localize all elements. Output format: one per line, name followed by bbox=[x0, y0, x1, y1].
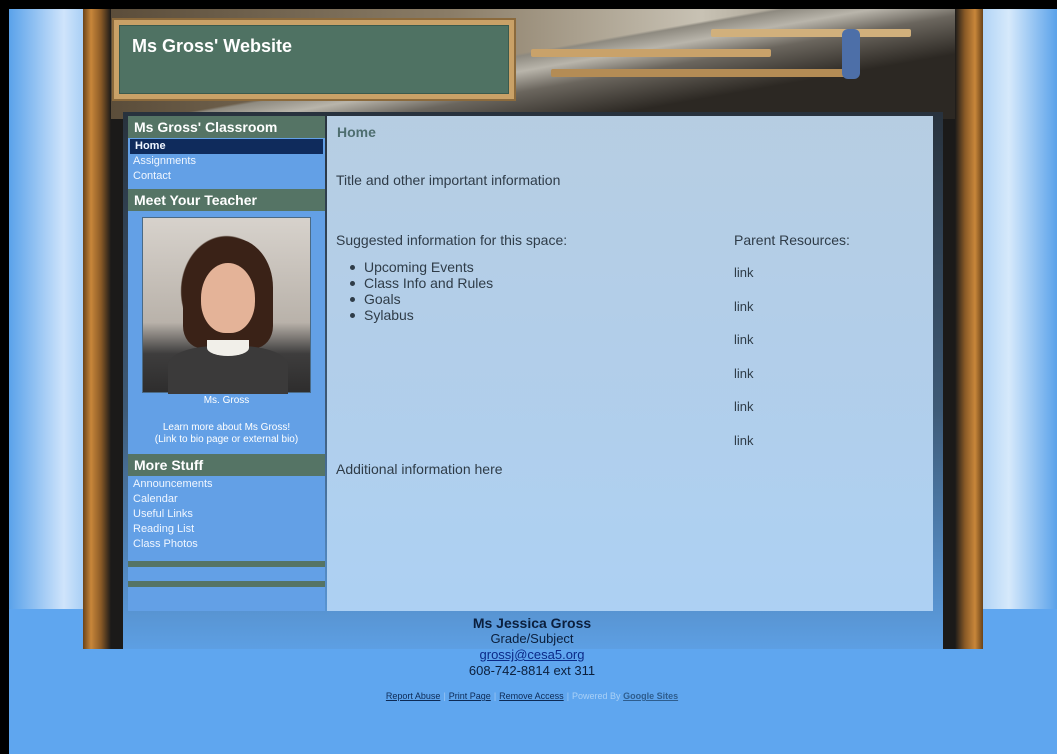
report-abuse-link[interactable]: Report Abuse bbox=[386, 691, 441, 701]
parent-resource-link[interactable]: link bbox=[734, 366, 754, 381]
sidebar-item-label: Announcements bbox=[133, 478, 213, 490]
page-title: Home bbox=[337, 124, 376, 140]
list-item: Class Info and Rules bbox=[348, 275, 493, 291]
sidebar-item-label: Reading List bbox=[133, 523, 195, 535]
photo-collar-shape bbox=[207, 340, 249, 356]
parent-resource-link[interactable]: link bbox=[734, 399, 754, 414]
photo-face-shape bbox=[201, 263, 255, 333]
learn-more-subline: (Link to bio page or external bio) bbox=[154, 434, 299, 445]
sidebar-item-label: Home bbox=[135, 140, 166, 152]
browser-viewport: Ms Gross' Website Ms Gross' Classroom Ho… bbox=[9, 9, 1057, 754]
parent-resource-link[interactable]: link bbox=[734, 265, 754, 280]
footer-links: Report Abuse | Print Page | Remove Access | Po… bbox=[327, 691, 737, 701]
learn-more-line: Learn more about Ms Gross! bbox=[162, 422, 291, 433]
sidebar-item-useful-links[interactable]: Useful Links bbox=[128, 507, 325, 522]
sidebar-item-label: Useful Links bbox=[133, 508, 193, 520]
teacher-photo[interactable] bbox=[142, 217, 311, 394]
site-title[interactable]: Ms Gross' Website bbox=[132, 36, 496, 57]
desk-shape bbox=[711, 29, 911, 37]
water-bottle-shape bbox=[842, 29, 860, 79]
powered-by-text: Powered By bbox=[572, 691, 621, 701]
more-stuff-nav: Announcements Calendar Useful Links Read… bbox=[128, 476, 325, 557]
remove-access-link[interactable]: Remove Access bbox=[499, 691, 564, 701]
separator: | bbox=[443, 691, 446, 701]
footer-name: Ms Jessica Gross bbox=[472, 615, 592, 631]
sidebar-item-home[interactable]: Home bbox=[130, 139, 323, 154]
sidebar-divider bbox=[128, 561, 325, 567]
intro-text: Title and other important information bbox=[336, 172, 561, 188]
classroom-nav: Home Assignments Contact bbox=[128, 138, 325, 189]
sidebar-item-reading-list[interactable]: Reading List bbox=[128, 522, 325, 537]
photo-caption: Ms. Gross bbox=[203, 395, 250, 406]
header-chalkboard: Ms Gross' Website bbox=[112, 18, 516, 101]
list-item: Sylabus bbox=[348, 307, 493, 323]
sidebar: Ms Gross' Classroom Home Assignments Con… bbox=[128, 116, 325, 611]
sidebar-item-label: Assignments bbox=[133, 155, 196, 167]
sidebar-heading-teacher: Meet Your Teacher bbox=[128, 189, 325, 211]
footer-subject: Grade/Subject bbox=[490, 631, 574, 646]
chalkboard-surface: Ms Gross' Website bbox=[119, 25, 509, 94]
footer-phone: 608-742-8814 ext 311 bbox=[468, 663, 596, 678]
parent-resources-heading: Parent Resources: bbox=[734, 232, 850, 248]
footer-email-link[interactable]: grossj@cesa5.org bbox=[480, 647, 585, 662]
sidebar-item-label: Contact bbox=[133, 170, 171, 182]
parent-resource-link[interactable]: link bbox=[734, 299, 754, 314]
sidebar-item-class-photos[interactable]: Class Photos bbox=[128, 537, 325, 552]
sidebar-item-label: Class Photos bbox=[133, 538, 198, 550]
parent-resource-link[interactable]: link bbox=[734, 433, 754, 448]
google-sites-link[interactable]: Google Sites bbox=[623, 691, 678, 701]
list-item: Goals bbox=[348, 291, 493, 307]
parent-resource-link[interactable]: link bbox=[734, 332, 754, 347]
suggested-text: Suggested information for this space: bbox=[336, 232, 568, 248]
separator: | bbox=[566, 691, 570, 701]
separator: | bbox=[493, 691, 497, 701]
sidebar-item-label: Calendar bbox=[133, 493, 178, 505]
sidebar-divider bbox=[128, 581, 325, 587]
desk-shape bbox=[551, 69, 851, 77]
sidebar-heading-more: More Stuff bbox=[128, 454, 325, 476]
sidebar-heading-classroom: Ms Gross' Classroom bbox=[128, 116, 325, 138]
desk-shape bbox=[531, 49, 771, 57]
sidebar-item-assignments[interactable]: Assignments bbox=[128, 154, 325, 169]
main-content: Home Title and other important informati… bbox=[327, 116, 933, 611]
sidebar-item-contact[interactable]: Contact bbox=[128, 169, 325, 184]
additional-info-text: Additional information here bbox=[336, 461, 503, 477]
print-page-link[interactable]: Print Page bbox=[449, 691, 491, 701]
suggested-list: Upcoming Events Class Info and Rules Goa… bbox=[348, 259, 493, 323]
footer: Ms Jessica Gross Grade/Subject grossj@ce… bbox=[327, 615, 737, 701]
sidebar-item-announcements[interactable]: Announcements bbox=[128, 477, 325, 492]
sidebar-item-calendar[interactable]: Calendar bbox=[128, 492, 325, 507]
learn-more-link[interactable]: Learn more about Ms Gross! (Link to bio … bbox=[132, 422, 321, 446]
list-item: Upcoming Events bbox=[348, 259, 493, 275]
